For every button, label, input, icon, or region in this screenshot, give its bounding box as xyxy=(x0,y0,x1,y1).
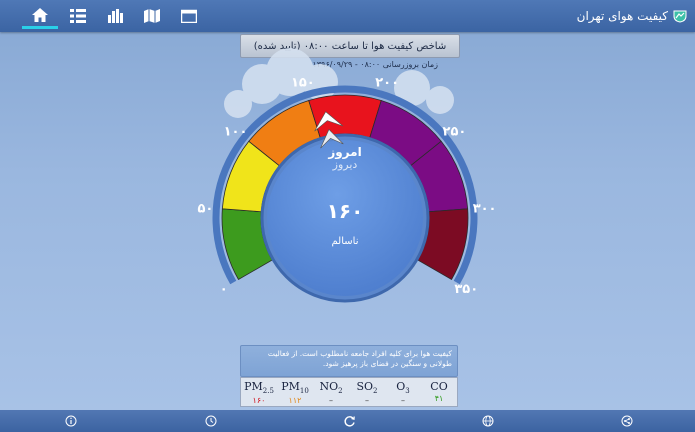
pollutant-2: NO2– xyxy=(313,378,349,406)
pollutant-name: SO2 xyxy=(356,380,378,396)
pollutant-4: O3– xyxy=(385,378,421,406)
gauge-tick-label: ۳۰۰ xyxy=(473,202,497,217)
pollutant-name: PM10 xyxy=(281,380,309,396)
pollutant-0: PM2.5 ۱۶۰ xyxy=(241,378,277,406)
pollutants-table: PM2.5 ۱۶۰ PM10 ۱۱۲ NO2– SO2– O3– CO ۴۱ xyxy=(240,377,458,407)
pollutant-value: – xyxy=(401,396,405,406)
gauge-tick-label: ۱۰۰ xyxy=(224,125,248,140)
gauge-tick-label: ۳۵۰ xyxy=(454,282,478,297)
history-button[interactable] xyxy=(204,414,218,428)
pollutant-5: CO ۴۱ xyxy=(421,378,457,406)
history-icon xyxy=(205,415,217,427)
gauge-tick-label: ۰ xyxy=(220,282,228,297)
pollutant-value: – xyxy=(365,396,369,406)
yesterday-label: دیروز xyxy=(332,158,358,171)
gauge-tick-label: ۱۵۰ xyxy=(291,75,315,90)
gauge-segment-3 xyxy=(308,94,382,139)
health-advice: کیفیت هوا برای کلیه افراد جامعه نامطلوب … xyxy=(240,345,458,377)
globe-icon xyxy=(482,415,494,427)
pollutant-value: ۱۱۲ xyxy=(288,396,302,406)
pollutant-3: SO2– xyxy=(349,378,385,406)
pollutant-name: NO2 xyxy=(319,380,343,396)
language-button[interactable] xyxy=(481,414,495,428)
refresh-icon xyxy=(343,415,355,426)
pollutant-value: – xyxy=(329,396,333,406)
pollutant-name: CO xyxy=(430,380,448,393)
bottom-bar xyxy=(0,410,695,432)
refresh-button[interactable] xyxy=(342,414,356,428)
pollutant-name: O3 xyxy=(396,380,410,396)
pollutant-1: PM10 ۱۱۲ xyxy=(277,378,313,406)
info-button[interactable] xyxy=(64,414,78,428)
pollutant-value: ۱۶۰ xyxy=(252,396,266,406)
share-button[interactable] xyxy=(620,414,634,428)
pollutant-name: PM2.5 xyxy=(244,380,274,396)
info-icon xyxy=(65,415,77,427)
gauge-tick-label: ۵۰ xyxy=(197,202,213,217)
share-icon xyxy=(621,415,633,427)
gauge-tick-label: ۲۵۰ xyxy=(443,125,467,140)
aqi-status: ناسالم xyxy=(332,236,359,247)
aqi-value: ۱۶۰ xyxy=(327,199,364,223)
pollutant-value: ۴۱ xyxy=(434,394,444,403)
gauge-tick-label: ۲۰۰ xyxy=(375,75,399,90)
